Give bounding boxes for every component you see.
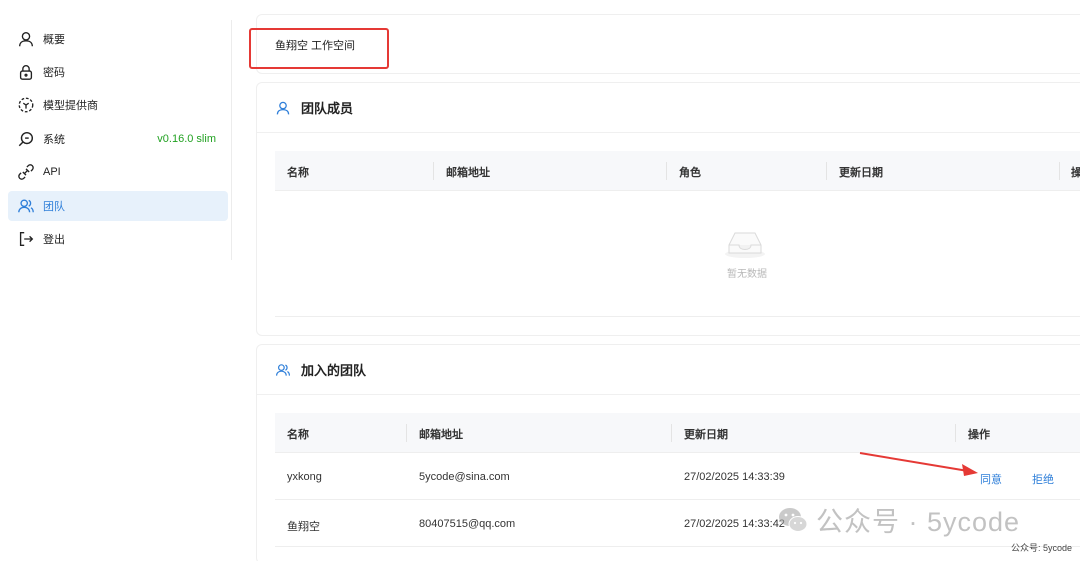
column-header-updated: 更新日期 — [839, 167, 883, 179]
table-header: 名称 邮箱地址 角色 更新日期 操 — [275, 151, 1080, 191]
member-icon — [274, 99, 292, 117]
annotation-arrow — [859, 452, 978, 476]
sidebar-item-label: 团队 — [43, 201, 65, 213]
sidebar-item-label: 模型提供商 — [43, 100, 98, 112]
column-separator — [666, 162, 667, 180]
sidebar-item-label: 密码 — [43, 67, 65, 79]
column-separator — [955, 424, 956, 442]
watermark: 公众号 · 5ycode — [778, 500, 1020, 539]
column-header-actions: 操作 — [968, 429, 990, 441]
system-icon — [16, 129, 36, 149]
column-separator — [406, 424, 407, 442]
sidebar-item-label: 登出 — [43, 234, 65, 246]
section-title: 团队成员 — [301, 101, 354, 116]
column-separator — [826, 162, 827, 180]
sidebar-item-overview[interactable]: 概要 — [8, 24, 228, 54]
reject-button[interactable]: 拒绝 — [1032, 471, 1054, 487]
model-provider-icon — [16, 95, 36, 115]
team-icon — [16, 196, 36, 216]
sidebar-item-system[interactable]: 系统 v0.16.0 slim — [8, 124, 228, 154]
version-badge: v0.16.0 slim — [157, 133, 216, 145]
table-header: 名称 邮箱地址 更新日期 操作 — [275, 413, 1080, 453]
sidebar-item-model-provider[interactable]: 模型提供商 — [8, 90, 228, 120]
sidebar-item-password[interactable]: 密码 — [8, 57, 228, 87]
api-icon — [16, 162, 36, 182]
section-title: 加入的团队 — [301, 363, 367, 378]
sidebar-item-logout[interactable]: 登出 — [8, 224, 228, 254]
row-updated: 27/02/2025 14:33:42 — [684, 518, 785, 530]
empty-state: 暂无数据 — [275, 191, 1080, 317]
card-header: 加入的团队 — [257, 345, 1080, 395]
row-email: 80407515@qq.com — [419, 518, 516, 530]
empty-inbox-icon — [725, 232, 765, 258]
row-name: 鱼翔空 — [287, 521, 320, 533]
sidebar-item-api[interactable]: API — [8, 157, 228, 187]
column-header-email: 邮箱地址 — [446, 167, 490, 179]
sidebar-item-team[interactable]: 团队 — [8, 191, 228, 221]
sidebar-item-label: 系统 — [43, 134, 65, 146]
highlight-box — [249, 28, 389, 69]
empty-state-text: 暂无数据 — [727, 269, 767, 280]
column-header-actions: 操 — [1071, 167, 1080, 179]
logout-icon — [16, 229, 36, 249]
team-icon — [274, 361, 292, 379]
sidebar-item-label: API — [43, 166, 61, 178]
user-icon — [16, 29, 36, 49]
column-header-name: 名称 — [287, 429, 309, 441]
card-header: 团队成员 — [257, 83, 1080, 133]
sidebar-item-label: 概要 — [43, 34, 65, 46]
column-separator — [433, 162, 434, 180]
watermark-text: 公众号 · 5ycode — [816, 507, 1021, 537]
column-separator — [671, 424, 672, 442]
team-members-card: 团队成员 名称 邮箱地址 角色 更新日期 操 暂无数据 — [256, 82, 1080, 336]
column-header-role: 角色 — [679, 167, 701, 179]
row-email: 5ycode@sina.com — [419, 471, 510, 483]
row-updated: 27/02/2025 14:33:39 — [684, 471, 785, 483]
column-header-updated: 更新日期 — [684, 429, 728, 441]
watermark-caption: 公众号: 5ycode — [1010, 543, 1072, 553]
row-name: yxkong — [287, 471, 322, 483]
column-header-email: 邮箱地址 — [419, 429, 463, 441]
sidebar: 概要 密码 模型提供商 系统 v0.16.0 slim API 团队 登出 — [0, 20, 232, 260]
wechat-logo-icon — [779, 507, 808, 532]
lock-icon — [16, 62, 36, 82]
column-header-name: 名称 — [287, 167, 309, 179]
column-separator — [1059, 162, 1060, 180]
